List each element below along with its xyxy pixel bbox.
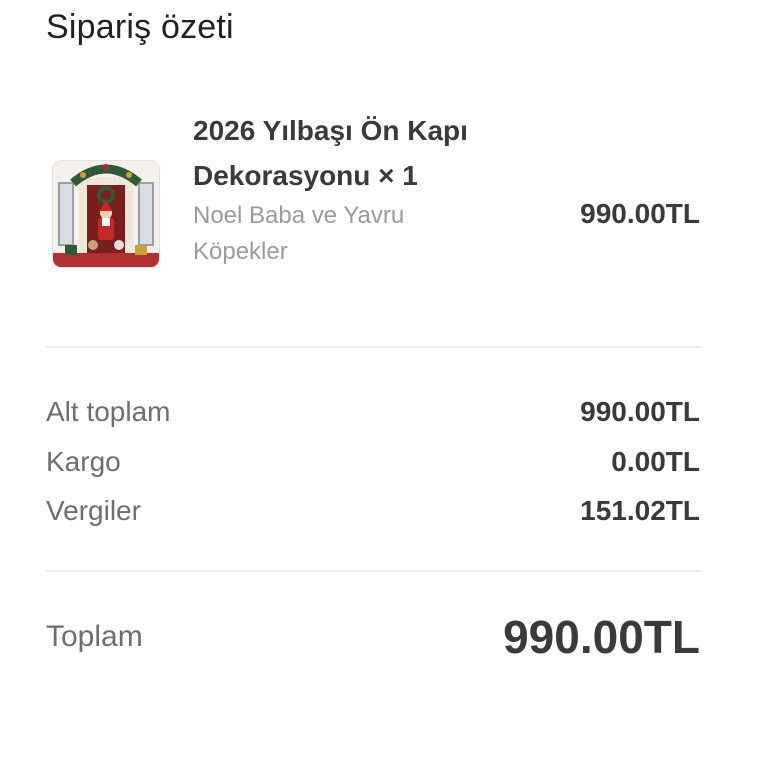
line-item: 2026 Yılbaşı Ön Kapı Dekorasyonu × 1 Noe… bbox=[46, 108, 702, 318]
shipping-label: Kargo bbox=[46, 446, 121, 477]
divider bbox=[46, 346, 702, 348]
total-label: Toplam bbox=[46, 620, 143, 653]
product-name: 2026 Yılbaşı Ön Kapı Dekorasyonu × 1 bbox=[193, 115, 468, 191]
taxes-label: Vergiler bbox=[46, 495, 141, 526]
christmas-door-image-icon bbox=[53, 161, 159, 267]
order-summary-title: Sipariş özeti bbox=[46, 8, 234, 46]
subtotal-label: Alt toplam bbox=[46, 396, 171, 427]
subtotal-row: Alt toplam 990.00TL bbox=[46, 396, 702, 436]
subtotal-value: 990.00TL bbox=[580, 396, 700, 427]
taxes-value: 151.02TL bbox=[580, 495, 700, 526]
product-thumbnail bbox=[52, 160, 160, 268]
line-item-details: 2026 Yılbaşı Ön Kapı Dekorasyonu × 1 Noe… bbox=[193, 108, 493, 270]
shipping-value: 0.00TL bbox=[611, 446, 700, 477]
product-variant: Noel Baba ve Yavru Köpekler bbox=[193, 202, 405, 265]
divider bbox=[46, 570, 702, 572]
product-price: 990.00TL bbox=[580, 198, 700, 229]
taxes-row: Vergiler 151.02TL bbox=[46, 495, 702, 535]
total-value: 990.00TL bbox=[503, 611, 700, 663]
shipping-row: Kargo 0.00TL bbox=[46, 446, 702, 486]
